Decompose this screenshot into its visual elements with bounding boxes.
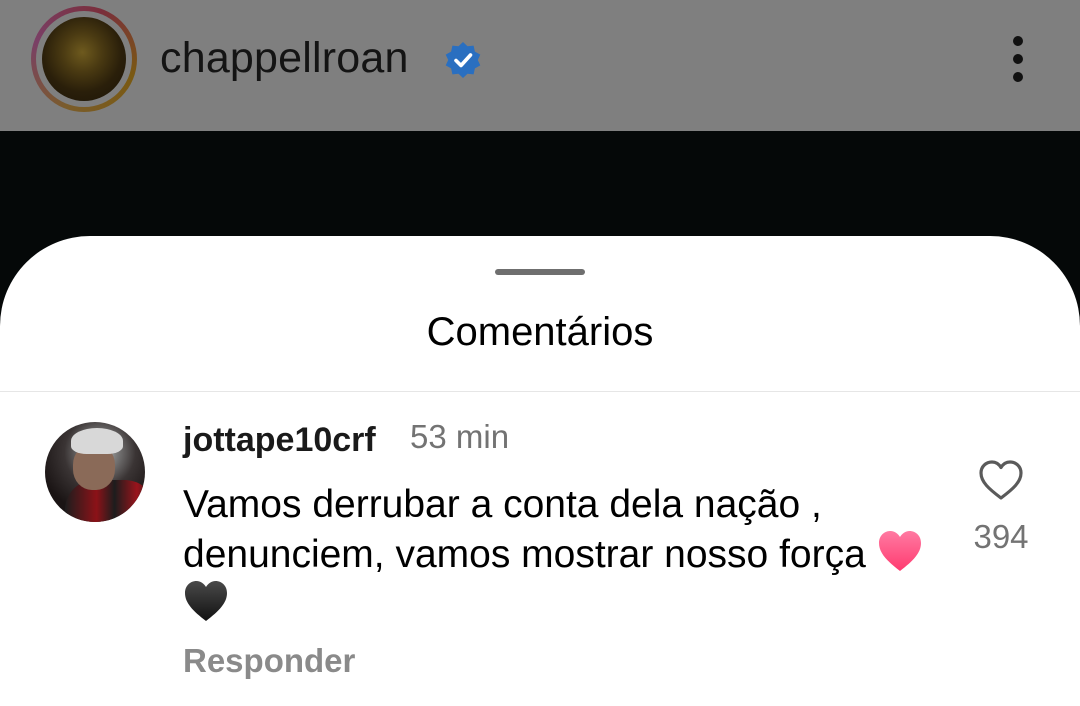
sheet-drag-handle[interactable] <box>495 269 585 275</box>
comment-username[interactable]: jottape10crf <box>183 421 376 460</box>
more-vertical-icon[interactable] <box>1000 34 1036 84</box>
profile-photo <box>42 17 126 101</box>
reply-button[interactable]: Responder <box>183 642 355 680</box>
comment-avatar[interactable] <box>45 422 145 522</box>
comment-body: Vamos derrubar a conta dela nação , denu… <box>183 480 943 629</box>
heart-outline-icon[interactable] <box>977 458 1025 502</box>
screen: chappellroan Comentários jottape10crf 53… <box>0 0 1080 706</box>
sheet-title: Comentários <box>426 310 654 354</box>
pink-heart-icon <box>878 531 921 571</box>
profile-header: chappellroan <box>0 0 1080 131</box>
verified-badge-icon <box>445 42 481 78</box>
profile-username[interactable]: chappellroan <box>160 34 409 83</box>
story-avatar[interactable] <box>31 6 137 112</box>
black-heart-icon <box>185 581 227 621</box>
like-count: 394 <box>973 518 1029 555</box>
divider <box>0 391 1080 392</box>
comments-sheet: Comentários jottape10crf 53 min Vamos de… <box>0 236 1080 706</box>
comment-timestamp: 53 min <box>410 418 510 455</box>
comment-text: Vamos derrubar a conta dela nação , denu… <box>183 483 866 576</box>
